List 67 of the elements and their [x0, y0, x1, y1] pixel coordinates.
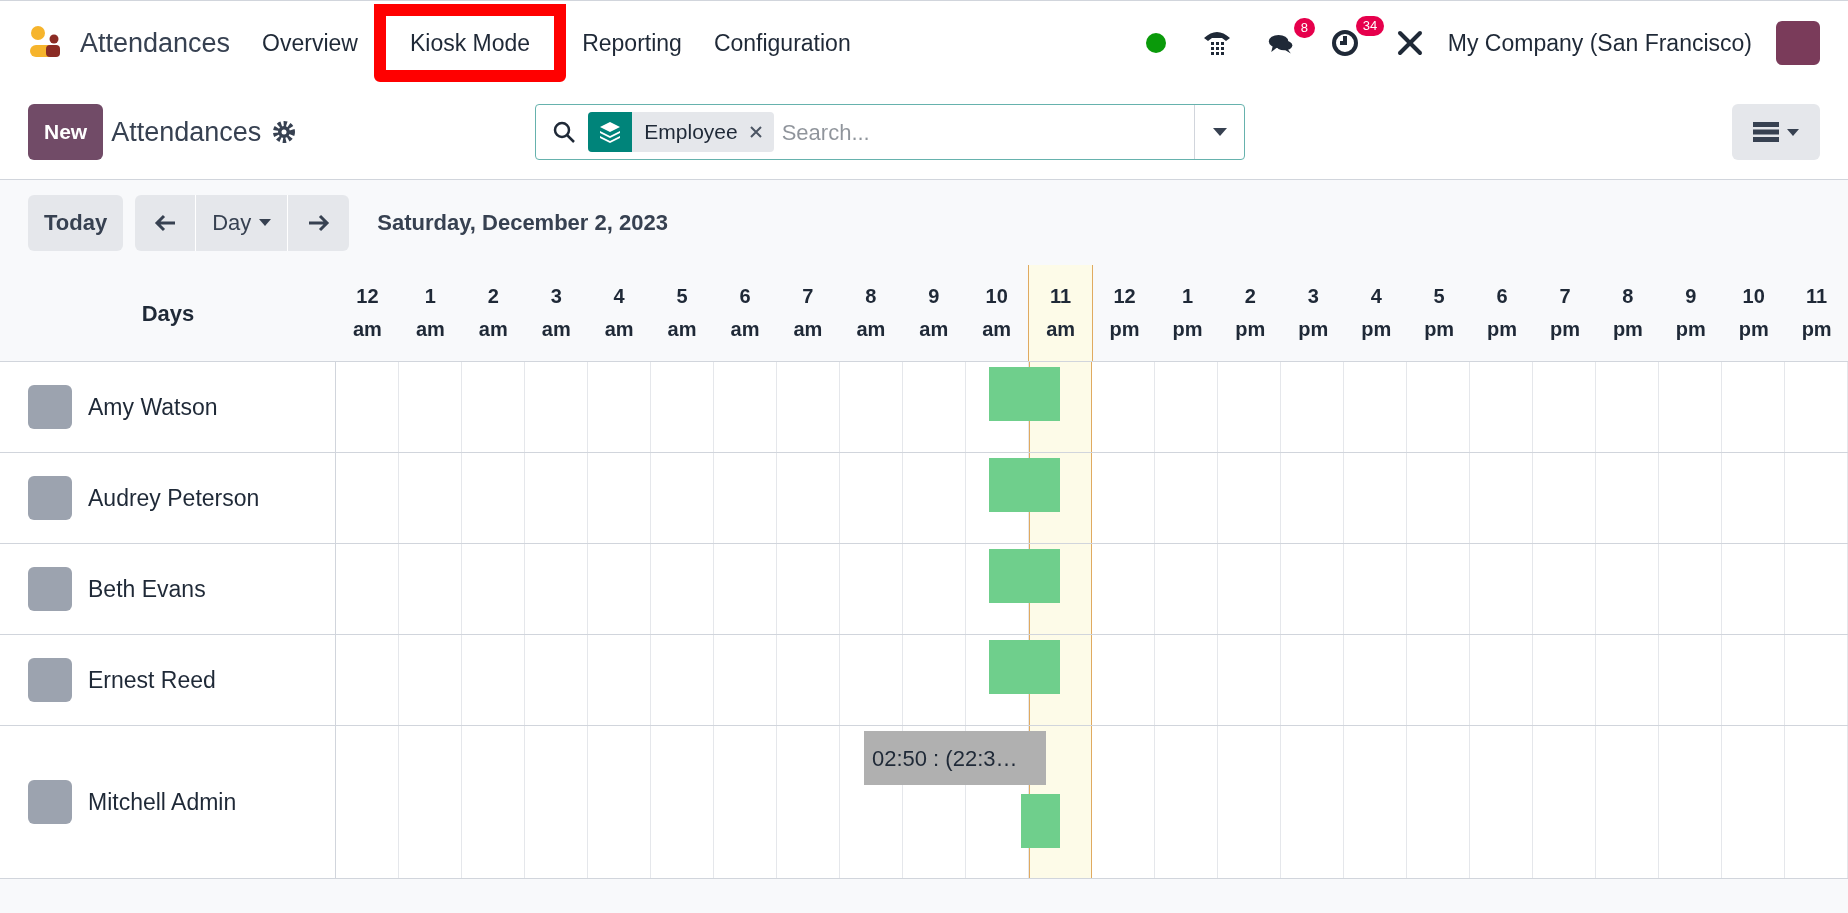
search-field[interactable]: Employee Search... [535, 104, 1246, 160]
previous-button[interactable] [135, 194, 197, 251]
hour-header: 9 am [918, 284, 950, 342]
employee-name: Audrey Peterson [88, 483, 260, 513]
current-date: Saturday, December 2, 2023 [377, 209, 668, 237]
remove-facet-icon[interactable] [749, 126, 762, 138]
hour-header: 4 am [603, 284, 635, 342]
hour-header: 12 pm [1108, 284, 1141, 342]
menu-item[interactable]: Reporting [566, 5, 698, 81]
hour-header: 10 pm [1737, 284, 1770, 342]
avatar-placeholder [28, 780, 72, 824]
hour-header: 8 pm [1611, 284, 1644, 342]
hour-header: 3 pm [1297, 284, 1330, 342]
hour-header: 11 pm [1800, 284, 1833, 342]
caret-icon [259, 219, 272, 226]
facet-label: Employee [643, 119, 739, 146]
hour-header: 1 am [414, 284, 446, 342]
hour-header: 5 am [666, 284, 698, 342]
hour-header: 7 am [792, 284, 824, 342]
hour-header: 12 am [352, 284, 383, 342]
hour-header: 10 am [981, 284, 1013, 342]
hour-header: 2 am [477, 284, 509, 342]
attendance-bar[interactable]: 02:50 : (22:3… [863, 731, 1046, 785]
column-header: Days [141, 299, 195, 328]
caret-icon[interactable] [1212, 128, 1227, 136]
search-icon [552, 120, 577, 144]
hour-header: 6 am [729, 284, 761, 342]
left-arrow-icon [154, 213, 177, 232]
new-button[interactable]: New [28, 104, 104, 160]
employee-name: Beth Evans [88, 574, 206, 604]
employee-name: Ernest Reed [88, 665, 216, 695]
page-title[interactable]: Attendances [111, 111, 262, 153]
menu-item[interactable]: Kiosk Mode [373, 3, 567, 83]
gear-icon[interactable] [273, 121, 296, 143]
menu-item[interactable]: Configuration [697, 5, 867, 81]
avatar-placeholder [28, 385, 72, 429]
menu-item[interactable]: Overview [246, 5, 374, 81]
next-button[interactable] [288, 194, 350, 251]
gantt-view-icon [1753, 122, 1779, 142]
scale-dropdown[interactable]: Day [196, 194, 289, 251]
company-name[interactable]: My Company (San Francisco) [1447, 25, 1752, 61]
today-button[interactable]: Today [28, 194, 124, 251]
hour-header: 1 pm [1171, 284, 1204, 342]
hour-header: 3 am [540, 284, 572, 342]
hour-header: 5 pm [1423, 284, 1456, 342]
hour-header: 7 pm [1548, 284, 1581, 342]
avatar-placeholder [28, 567, 72, 611]
activity-count-badge: 34 [1355, 16, 1385, 36]
app-name[interactable]: Attendances [80, 22, 231, 64]
filter-facet[interactable]: Employee [588, 112, 774, 152]
caret-icon [1787, 128, 1799, 136]
hour-header: 2 pm [1234, 284, 1267, 342]
hour-header: 9 pm [1674, 284, 1707, 342]
employee-name: Amy Watson [88, 392, 218, 422]
hour-header: 4 pm [1360, 284, 1393, 342]
search-input[interactable]: Search... [781, 115, 1195, 149]
avatar-placeholder [28, 658, 72, 702]
employee-name: Mitchell Admin [88, 787, 237, 817]
message-count-badge: 8 [1293, 18, 1316, 38]
hour-header: 11 am [1028, 265, 1094, 361]
layers-icon [598, 120, 623, 144]
right-arrow-icon [307, 213, 330, 232]
view-switcher-button[interactable] [1732, 104, 1820, 160]
hour-header: 6 pm [1486, 284, 1519, 342]
hour-header: 8 am [855, 284, 887, 342]
clock-icon[interactable] [1329, 28, 1360, 58]
avatar-placeholder [28, 476, 72, 520]
